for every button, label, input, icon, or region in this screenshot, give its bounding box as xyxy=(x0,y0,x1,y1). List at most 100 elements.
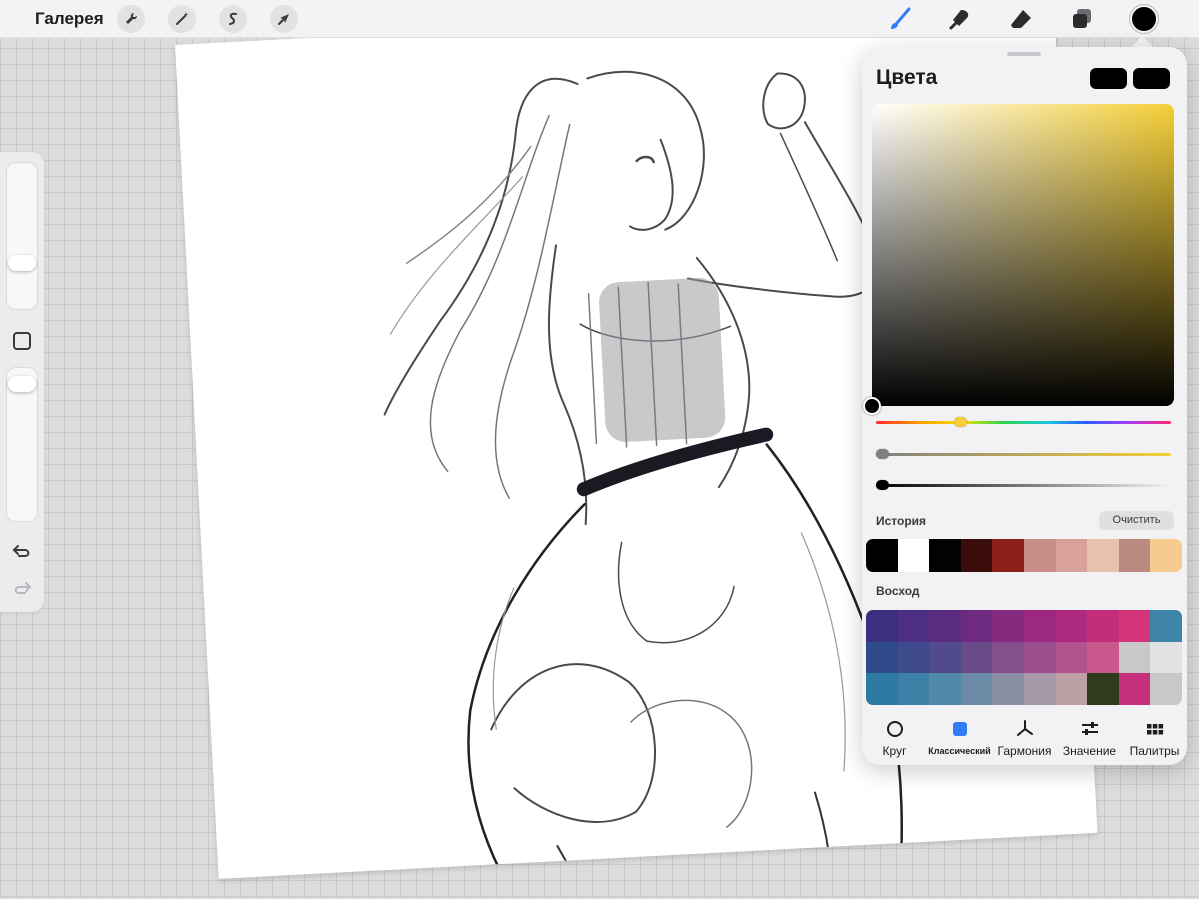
palette-swatch[interactable] xyxy=(897,610,930,642)
current-color-button[interactable] xyxy=(1130,5,1158,33)
primary-color-swatch[interactable] xyxy=(1090,68,1127,89)
grid-icon xyxy=(1145,719,1165,739)
history-swatch[interactable] xyxy=(866,539,898,572)
palette-swatch[interactable] xyxy=(960,610,993,642)
harmony-icon xyxy=(1015,719,1035,739)
palette-swatch[interactable] xyxy=(929,641,961,674)
smudge-icon xyxy=(949,10,969,30)
hue-knob[interactable] xyxy=(954,417,967,427)
redo-icon[interactable] xyxy=(11,577,33,599)
brush-size-slider[interactable] xyxy=(6,162,38,310)
palette-swatch[interactable] xyxy=(960,673,993,705)
tab-label: Классический xyxy=(928,746,991,756)
layers-button[interactable] xyxy=(1067,4,1097,34)
actions-button[interactable] xyxy=(117,5,145,33)
history-swatch[interactable] xyxy=(1055,539,1088,572)
move-arrow-icon xyxy=(278,14,289,25)
modify-button[interactable] xyxy=(13,332,31,350)
tab-label: Гармония xyxy=(997,744,1052,758)
palette-swatch[interactable] xyxy=(960,641,993,674)
brush-icon xyxy=(891,7,911,29)
tab-label: Палитры xyxy=(1129,744,1180,758)
palette-swatch[interactable] xyxy=(1118,673,1151,705)
palette-swatch[interactable] xyxy=(992,641,1024,674)
hue-slider[interactable] xyxy=(876,421,1171,424)
palette-swatch[interactable] xyxy=(866,673,898,705)
palette-swatch[interactable] xyxy=(1150,641,1182,674)
palette-swatch[interactable] xyxy=(1055,610,1088,642)
history-swatch[interactable] xyxy=(1087,539,1119,572)
adjustments-button[interactable] xyxy=(168,5,196,33)
circle-icon xyxy=(885,719,905,739)
palette-swatch[interactable] xyxy=(866,610,898,642)
palette-swatch[interactable] xyxy=(929,673,961,705)
history-swatch[interactable] xyxy=(929,539,961,572)
layers-icon xyxy=(1073,9,1091,28)
palette-label: Восход xyxy=(876,584,920,598)
history-swatch[interactable] xyxy=(992,539,1024,572)
tab-label: Круг xyxy=(882,744,907,758)
tab-disc[interactable]: Круг xyxy=(862,715,927,759)
palette-swatch[interactable] xyxy=(1087,641,1119,674)
color-history xyxy=(866,539,1182,572)
color-mode-tabs: Круг Классический Гармония Значение Пали… xyxy=(862,715,1187,759)
palette-swatch[interactable] xyxy=(992,673,1024,705)
palette-swatch[interactable] xyxy=(1087,610,1119,642)
palette-swatch[interactable] xyxy=(1024,673,1056,705)
palette-swatch[interactable] xyxy=(992,610,1024,642)
left-sidebar xyxy=(0,152,44,612)
history-swatch[interactable] xyxy=(1118,539,1151,572)
tab-palettes[interactable]: Палитры xyxy=(1122,715,1187,759)
saturation-brightness-picker[interactable] xyxy=(872,104,1174,406)
square-icon xyxy=(950,719,970,739)
eraser-icon xyxy=(1011,10,1031,28)
transform-button[interactable] xyxy=(270,5,298,33)
secondary-color-swatch[interactable] xyxy=(1133,68,1170,89)
top-toolbar: Галерея xyxy=(0,0,1199,38)
history-label: История xyxy=(876,514,927,528)
history-swatch[interactable] xyxy=(897,539,930,572)
saturation-knob[interactable] xyxy=(876,449,889,459)
brush-size-knob[interactable] xyxy=(8,255,36,271)
gallery-button[interactable]: Галерея xyxy=(35,9,104,29)
history-swatch[interactable] xyxy=(960,539,993,572)
color-picker-knob[interactable] xyxy=(863,397,881,415)
selection-button[interactable] xyxy=(219,5,247,33)
brightness-knob[interactable] xyxy=(876,480,889,490)
palette-swatch[interactable] xyxy=(1024,610,1056,642)
palette-swatch[interactable] xyxy=(1055,673,1088,705)
tab-classic[interactable]: Классический xyxy=(927,715,992,759)
palette-swatch[interactable] xyxy=(1118,610,1151,642)
palette-swatch[interactable] xyxy=(897,673,930,705)
tab-harmony[interactable]: Гармония xyxy=(992,715,1057,759)
wrench-icon xyxy=(126,12,138,24)
undo-icon[interactable] xyxy=(11,540,33,562)
tab-label: Значение xyxy=(1062,744,1117,758)
panel-title: Цвета xyxy=(876,66,938,89)
color-palette xyxy=(866,610,1182,705)
history-swatch[interactable] xyxy=(1023,539,1056,572)
magic-wand-icon xyxy=(176,12,189,25)
tab-value[interactable]: Значение xyxy=(1057,715,1122,759)
opacity-knob[interactable] xyxy=(8,376,36,392)
palette-swatch[interactable] xyxy=(1087,673,1119,705)
sliders-icon xyxy=(1080,719,1100,739)
colors-panel: Цвета История Очистить Восход Круг Класс… xyxy=(862,47,1187,765)
smudge-button[interactable] xyxy=(945,4,975,34)
palette-swatch[interactable] xyxy=(1150,673,1182,705)
palette-swatch[interactable] xyxy=(1055,641,1088,674)
palette-swatch[interactable] xyxy=(1118,641,1151,674)
palette-swatch[interactable] xyxy=(1024,641,1056,674)
palette-swatch[interactable] xyxy=(897,641,930,674)
selection-s-icon xyxy=(229,12,237,25)
brightness-slider[interactable] xyxy=(876,484,1171,487)
palette-swatch[interactable] xyxy=(1150,610,1182,642)
panel-grabber[interactable] xyxy=(1007,52,1041,56)
palette-swatch[interactable] xyxy=(929,610,961,642)
saturation-slider[interactable] xyxy=(876,453,1171,456)
clear-history-button[interactable]: Очистить xyxy=(1099,511,1174,530)
eraser-button[interactable] xyxy=(1006,4,1036,34)
brush-button[interactable] xyxy=(885,4,915,34)
history-swatch[interactable] xyxy=(1150,539,1182,572)
palette-swatch[interactable] xyxy=(866,641,898,674)
